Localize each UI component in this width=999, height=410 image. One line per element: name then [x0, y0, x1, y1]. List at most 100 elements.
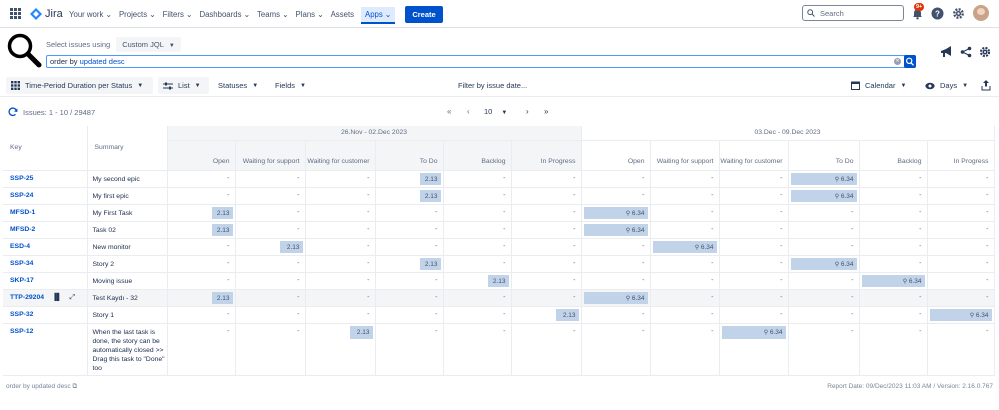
share-icon[interactable] [960, 46, 972, 58]
table-row[interactable]: ESD-4 New monitor -2.13- - - - - ⚲ 6.34- - - - [3, 238, 995, 256]
duration-bar[interactable]: 2.13 [279, 240, 303, 253]
table-row[interactable]: SKP-17 Moving issue - - - -2.13- - - - - ⚲ 6.34- [3, 272, 995, 290]
jira-logo[interactable]: Jira [30, 6, 63, 22]
last-page-icon[interactable]: » [544, 107, 548, 116]
nav-item-your-work[interactable]: Your work ⌄ [69, 10, 112, 19]
report-type-dropdown[interactable]: Time-Period Duration per Status ▼ [6, 77, 153, 94]
issue-key-link[interactable]: SSP-32 [10, 311, 33, 318]
status-header-open[interactable]: Open [581, 140, 651, 171]
nav-item-filters[interactable]: Filters ⌄ [163, 10, 193, 19]
duration-bar[interactable]: 2.13 [419, 257, 441, 270]
nav-item-projects[interactable]: Projects ⌄ [119, 10, 156, 19]
duration-bar[interactable]: 2.13 [487, 274, 509, 287]
table-row[interactable]: SSP-12 When the last task is done, the st… [3, 323, 995, 376]
announcement-icon[interactable] [940, 46, 953, 58]
table-row[interactable]: SSP-25 My second epic - - -2.13- - - - - ⚲ 6.34- - [3, 170, 995, 188]
duration-bar[interactable]: 2.13 [419, 189, 441, 202]
issue-key-link[interactable]: MFSD-2 [10, 226, 35, 233]
duration-bar[interactable]: 2.13 [419, 172, 441, 185]
next-page-icon[interactable]: › [526, 107, 529, 116]
jql-query-input[interactable]: order by updated desc ✕ [46, 55, 916, 68]
list-view-dropdown[interactable]: List ▼ [158, 77, 209, 94]
nav-item-apps[interactable]: Apps ⌄ [361, 7, 396, 24]
days-dropdown[interactable]: Days ▼ [925, 77, 968, 94]
user-avatar[interactable] [973, 5, 989, 21]
nav-item-teams[interactable]: Teams ⌄ [257, 10, 289, 19]
jql-mode-dropdown[interactable]: Custom JQL ▼ [116, 37, 181, 52]
issue-key-link[interactable]: TTP-29204 [10, 294, 44, 301]
duration-cell: - [581, 272, 651, 290]
settings-gear-icon[interactable] [979, 46, 991, 58]
run-search-button[interactable] [904, 55, 916, 68]
issue-key-link[interactable]: MFSD-1 [10, 209, 35, 216]
nav-item-dashboards[interactable]: Dashboards ⌄ [199, 10, 250, 19]
help-icon[interactable]: ? [931, 7, 944, 20]
table-row[interactable]: MFSD-2 Task 02 2.13- - - - - ⚲ 6.34- - - - - [3, 221, 995, 239]
filter-by-date-dropdown[interactable]: Filter by issue date... [458, 77, 527, 94]
duration-cell: - [443, 255, 512, 273]
status-header-in-progress[interactable]: In Progress [927, 140, 995, 171]
duration-bar[interactable]: ⚲ 6.34 [583, 206, 648, 219]
duration-cell: 2.13 [235, 238, 306, 256]
empty-value: - [986, 243, 989, 250]
duration-bar[interactable]: ⚲ 6.34 [790, 257, 857, 270]
list-label: List [178, 81, 190, 90]
duration-bar[interactable]: ⚲ 6.34 [652, 240, 717, 253]
footer-jql-link[interactable]: order by updated desc ⧉ [6, 383, 77, 391]
issue-key-link[interactable]: ESD-4 [10, 243, 30, 250]
issue-key-link[interactable]: SKP-17 [10, 277, 34, 284]
first-page-icon[interactable]: « [447, 107, 451, 116]
status-header-waiting-for-customer[interactable]: Waiting for customer [719, 140, 789, 171]
status-header-to-do[interactable]: To Do [788, 140, 860, 171]
create-button[interactable]: Create [405, 5, 443, 23]
expand-icon[interactable]: ⤢ [70, 294, 75, 301]
calendar-dropdown[interactable]: Calendar ▼ [851, 77, 906, 94]
statuses-dropdown[interactable]: Statuses ▼ [218, 77, 258, 94]
status-header-waiting-for-support[interactable]: Waiting for support [650, 140, 720, 171]
duration-bar[interactable]: ⚲ 6.34 [583, 291, 648, 304]
status-header-to-do[interactable]: To Do [375, 140, 444, 171]
duration-bar[interactable]: 2.13 [555, 308, 579, 321]
issue-key-link[interactable]: SSP-24 [10, 192, 33, 199]
issue-key-link[interactable]: SSP-12 [10, 328, 33, 335]
prev-page-icon[interactable]: ‹ [467, 107, 470, 116]
nav-item-assets[interactable]: Assets [331, 10, 354, 19]
duration-bar[interactable]: ⚲ 6.34 [861, 274, 925, 287]
empty-value: - [367, 192, 370, 199]
status-header-waiting-for-customer[interactable]: Waiting for customer [305, 140, 376, 171]
duration-bar[interactable]: 2.13 [211, 206, 233, 219]
table-row[interactable]: MFSD-1 My First Task 2.13- - - - - ⚲ 6.34- - - - - [3, 204, 995, 222]
table-row[interactable]: SSP-24 My first epic - - -2.13- - - - - ⚲ 6.34- - [3, 187, 995, 205]
duration-bar[interactable]: ⚲ 6.34 [929, 308, 992, 321]
duration-bar[interactable]: ⚲ 6.34 [583, 223, 648, 236]
table-row[interactable]: TTP-29204 ▐▌ ⤢ Test Kaydı - 32 2.13- - - - - ⚲ 6… [3, 289, 995, 307]
fields-dropdown[interactable]: Fields ▼ [275, 77, 306, 94]
key-header[interactable]: Key [3, 126, 88, 171]
table-row[interactable]: SSP-34 Story 2- - -2.13- - - - - ⚲ 6.34- - [3, 255, 995, 273]
status-header-backlog[interactable]: Backlog [859, 140, 928, 171]
refresh-icon[interactable] [8, 107, 18, 117]
summary-header[interactable]: Summary [87, 126, 168, 171]
status-header-in-progress[interactable]: In Progress [511, 140, 582, 171]
page-size-select[interactable]: 10 ▼ [484, 107, 507, 116]
duration-bar[interactable]: ⚲ 6.34 [790, 189, 857, 202]
duration-cell: - [581, 170, 651, 188]
table-row[interactable]: SSP-32 Story 1- - - - -2.13- - - - - ⚲ 6.34 [3, 306, 995, 324]
nav-item-plans[interactable]: Plans ⌄ [296, 10, 324, 19]
clear-icon[interactable]: ✕ [894, 58, 901, 65]
duration-bar[interactable]: ⚲ 6.34 [790, 172, 857, 185]
status-header-waiting-for-support[interactable]: Waiting for support [235, 140, 306, 171]
duration-bar[interactable]: 2.13 [349, 325, 373, 339]
issue-key-link[interactable]: SSP-34 [10, 260, 33, 267]
chart-icon[interactable]: ▐▌ [52, 294, 62, 301]
duration-bar[interactable]: 2.13 [211, 223, 233, 236]
app-switcher-icon[interactable] [10, 8, 21, 19]
status-header-backlog[interactable]: Backlog [443, 140, 512, 171]
status-header-open[interactable]: Open [167, 140, 236, 171]
search-input[interactable]: Search [802, 5, 904, 21]
duration-bar[interactable]: 2.13 [211, 291, 233, 304]
settings-gear-icon[interactable] [952, 7, 965, 20]
issue-key-link[interactable]: SSP-25 [10, 175, 33, 182]
export-upload-icon[interactable] [981, 80, 991, 91]
duration-bar[interactable]: ⚲ 6.34 [721, 325, 786, 339]
